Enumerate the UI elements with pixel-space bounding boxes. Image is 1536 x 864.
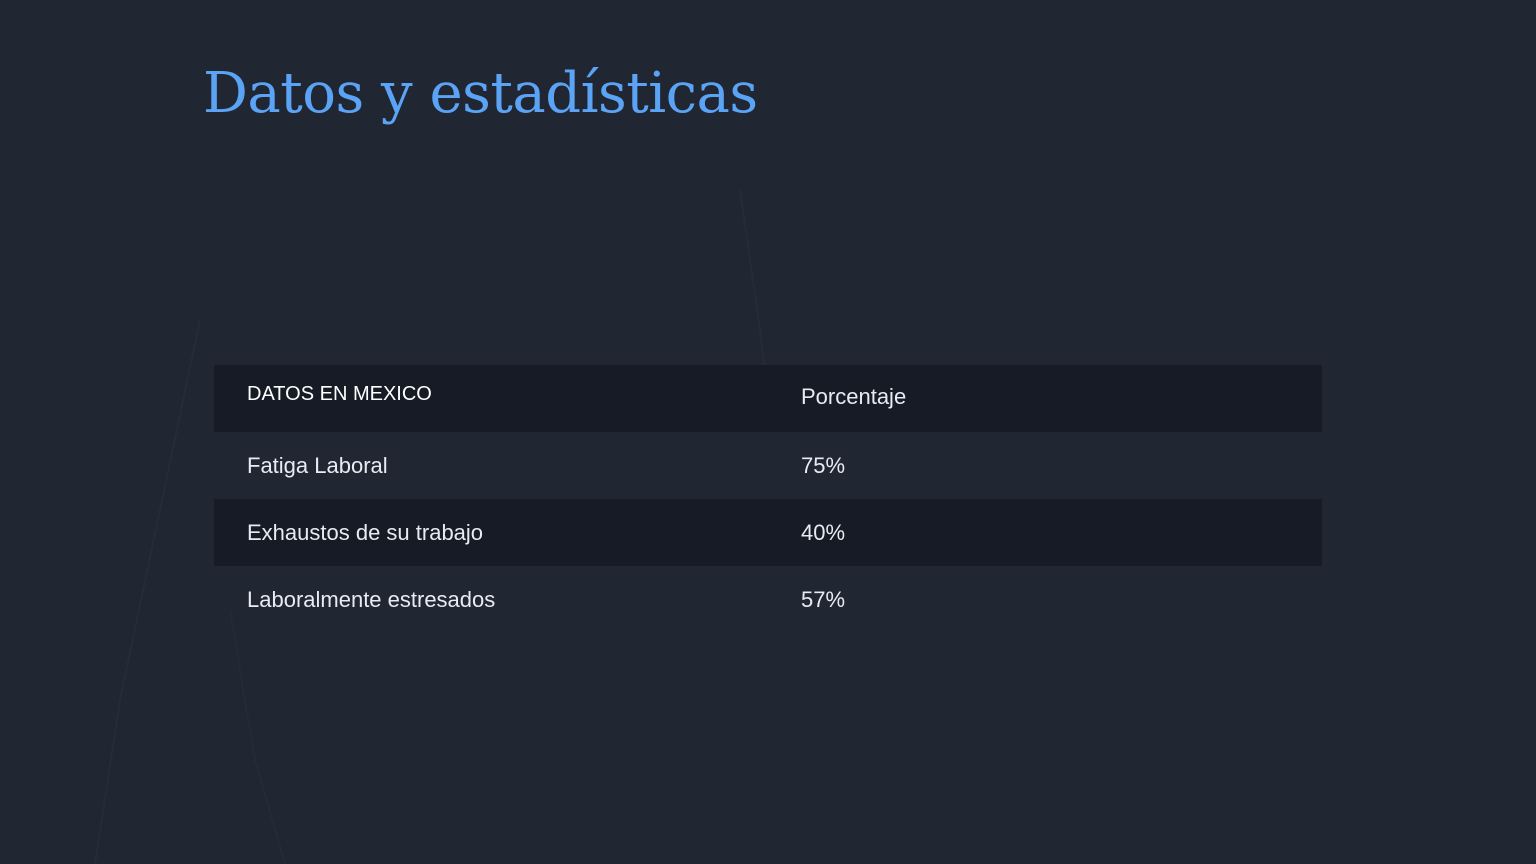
table-row: Fatiga Laboral 75% (214, 432, 1322, 499)
slide-title: Datos y estadísticas (203, 61, 758, 126)
row-label: Fatiga Laboral (247, 452, 388, 478)
header-datos-en-mexico: DATOS EN MEXICO (247, 383, 432, 405)
row-value: 75% (801, 452, 846, 478)
row-value: 57% (801, 586, 846, 612)
header-porcentaje: Porcentaje (801, 384, 907, 409)
row-value: 40% (801, 519, 846, 545)
table-header-row: DATOS EN MEXICO Porcentaje (214, 365, 1322, 432)
table-row: Exhaustos de su trabajo 40% (214, 499, 1322, 566)
row-label: Exhaustos de su trabajo (247, 519, 484, 545)
stats-table: DATOS EN MEXICO Porcentaje Fatiga Labora… (214, 365, 1322, 633)
table-row: Laboralmente estresados 57% (214, 566, 1322, 633)
row-label: Laboralmente estresados (247, 586, 496, 612)
slide: Datos y estadísticas DATOS EN MEXICO Por… (0, 0, 1536, 864)
